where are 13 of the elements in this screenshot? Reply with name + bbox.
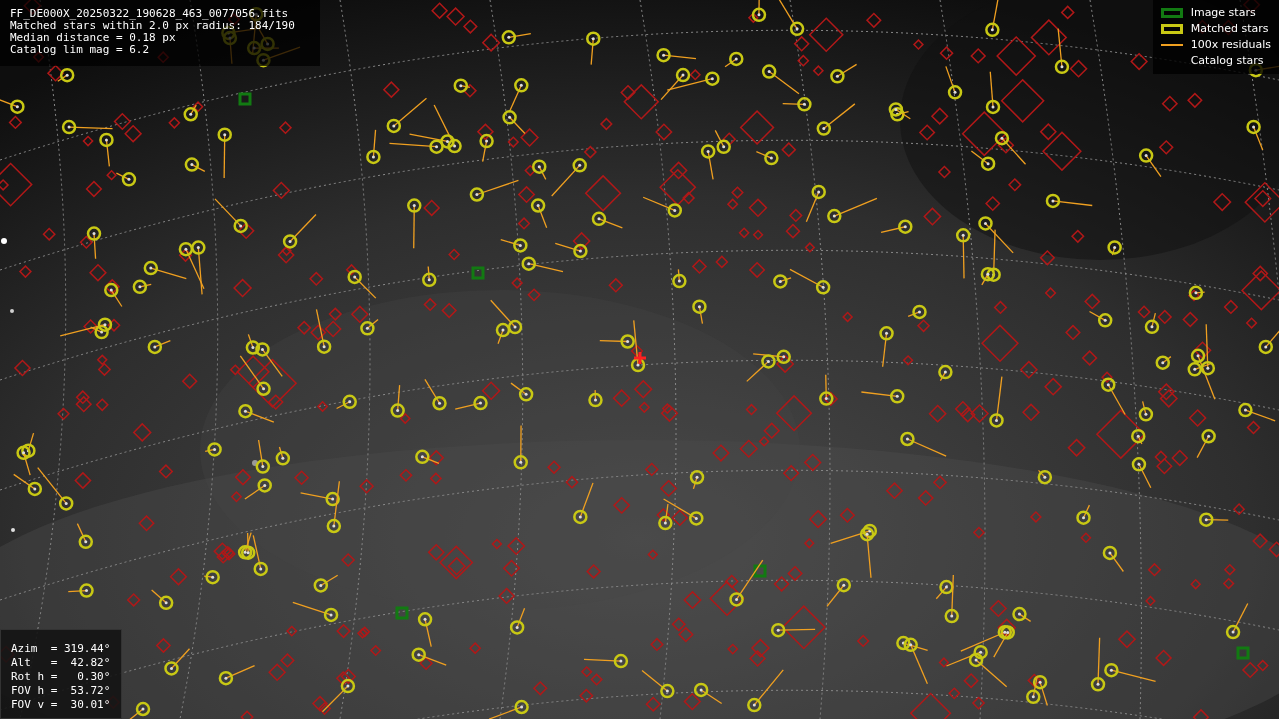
pointing-text: FOV v = 30.01° <box>11 698 111 712</box>
legend-label: Catalog stars <box>1190 52 1264 69</box>
info-text: FF_DE000X_20250322_190628_463_0077056.fits <box>10 8 290 20</box>
info-text: Catalog lim mag = 6.2 <box>10 44 151 56</box>
pointing-text: Alt = 42.82° <box>11 656 111 670</box>
info-text: Median distance = 0.18 px <box>10 32 177 44</box>
legend-label: 100x residuals <box>1190 36 1271 53</box>
info-text: Matched stars within 2.0 px radius: 184/190 <box>10 20 296 32</box>
pointing-text: Rot h = 0.30° <box>11 670 111 684</box>
legend-label: Image stars <box>1190 4 1256 21</box>
legend-label: Matched stars <box>1190 20 1269 37</box>
pointing-text: FOV h = 53.72° <box>11 684 111 698</box>
pointing-text: Azim = 319.44° <box>11 642 111 656</box>
